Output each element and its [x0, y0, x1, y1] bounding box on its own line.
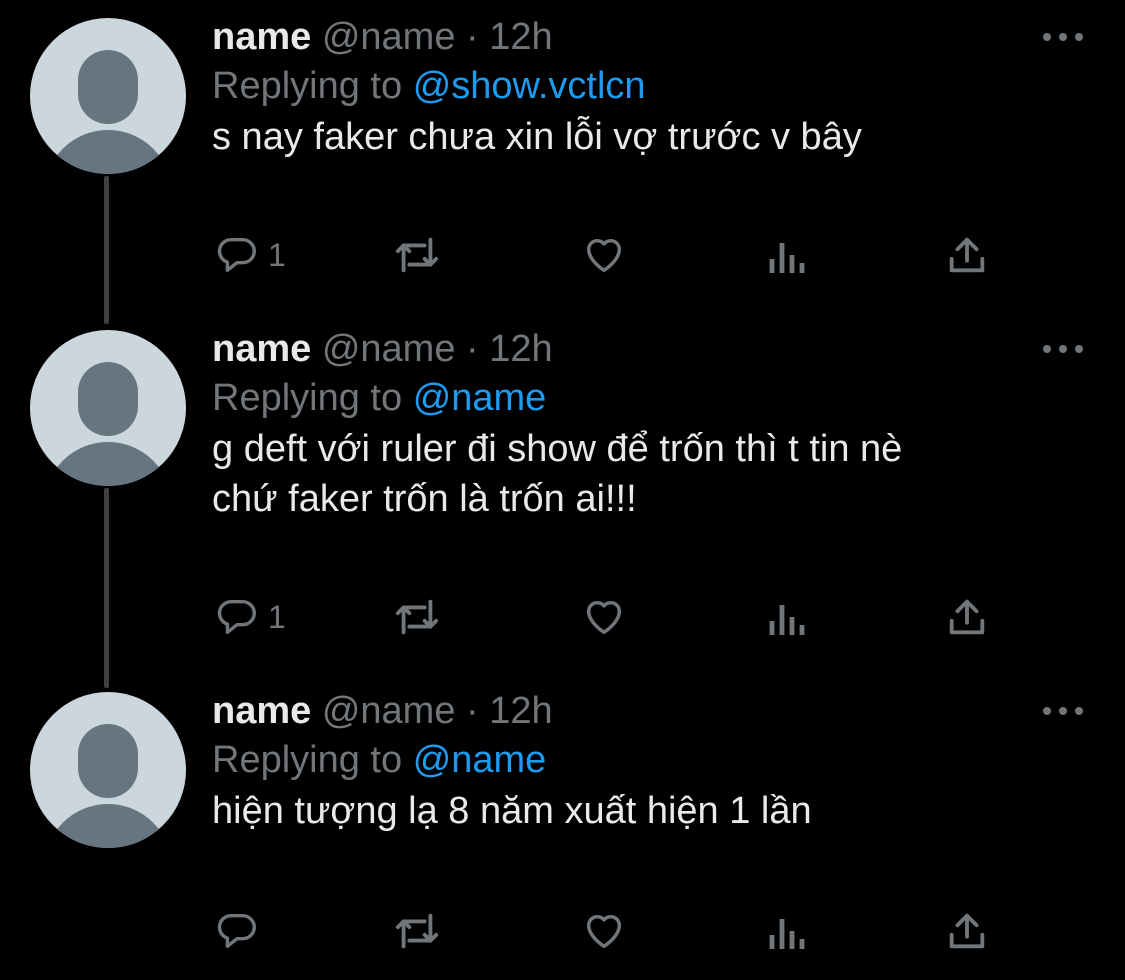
- tweet-text-line: chứ faker trốn là trốn ai!!!: [212, 478, 637, 520]
- retweet-icon: [395, 237, 439, 273]
- tweet-text: g deft với ruler đi show để trốn thì t t…: [212, 424, 1092, 524]
- avatar-shoulders: [44, 130, 172, 174]
- like-button[interactable]: [580, 906, 628, 956]
- separator: ·: [466, 16, 479, 58]
- analytics-button[interactable]: [766, 230, 806, 280]
- share-icon: [949, 237, 985, 273]
- avatar-head: [78, 50, 138, 124]
- more-icon[interactable]: [1043, 334, 1083, 364]
- tweet-header: name @name · 12h: [212, 14, 1092, 60]
- analytics-button[interactable]: [766, 592, 806, 642]
- avatar-shoulders: [44, 442, 172, 486]
- tweet-content: name @name · 12h Replying to @show.vctlc…: [212, 16, 1092, 162]
- reply-count: 1: [268, 236, 286, 273]
- avatar-head: [78, 724, 138, 798]
- tweet-text-line: hiện tượng lạ 8 năm xuất hiện 1 lần: [212, 790, 812, 832]
- thread-connector-line: [104, 488, 109, 688]
- tweet-header: name @name · 12h: [212, 326, 1092, 372]
- like-icon: [586, 600, 622, 635]
- tweet-text: hiện tượng lạ 8 năm xuất hiện 1 lần: [212, 786, 1092, 836]
- avatar-head: [78, 362, 138, 436]
- replying-to: Replying to @name: [212, 734, 1092, 786]
- tweet-content: name @name · 12h Replying to @name g def…: [212, 328, 1092, 524]
- avatar-shoulders: [44, 804, 172, 848]
- like-button[interactable]: [580, 592, 628, 642]
- tweet-text-line: s nay faker chưa xin lỗi vợ trước v bây: [212, 116, 862, 158]
- tweet-text: s nay faker chưa xin lỗi vợ trước v bây: [212, 112, 1092, 162]
- reply-button[interactable]: 1: [214, 230, 286, 280]
- avatar[interactable]: [30, 330, 186, 486]
- reply-icon: [217, 913, 256, 949]
- user-handle[interactable]: @name: [322, 328, 456, 370]
- retweet-button[interactable]: [390, 906, 444, 956]
- tweet-text-line: g deft với ruler đi show để trốn thì t t…: [212, 428, 903, 470]
- replying-prefix: Replying to: [212, 739, 403, 781]
- tweet-content: name @name · 12h Replying to @name hiện …: [212, 690, 1092, 836]
- analytics-icon: [769, 919, 805, 949]
- like-button[interactable]: [580, 230, 628, 280]
- timestamp[interactable]: 12h: [489, 690, 552, 732]
- retweet-icon: [395, 599, 439, 635]
- analytics-icon: [769, 605, 805, 635]
- user-handle[interactable]: @name: [322, 690, 456, 732]
- avatar[interactable]: [30, 18, 186, 174]
- replying-to: Replying to @name: [212, 372, 1092, 424]
- tweet-actions: 1: [212, 230, 1002, 280]
- mention-link[interactable]: @name: [413, 377, 547, 419]
- tweet-thread: name @name · 12h Replying to @show.vctlc…: [0, 0, 1125, 980]
- user-handle[interactable]: @name: [322, 16, 456, 58]
- timestamp[interactable]: 12h: [489, 16, 552, 58]
- more-icon[interactable]: [1043, 22, 1083, 52]
- replying-to: Replying to @show.vctlcn: [212, 60, 1092, 112]
- reply-count: 1: [268, 598, 286, 635]
- display-name[interactable]: name: [212, 328, 311, 370]
- share-button[interactable]: [944, 592, 990, 642]
- display-name[interactable]: name: [212, 690, 311, 732]
- reply-icon: [217, 599, 256, 635]
- reply-button[interactable]: [214, 906, 260, 956]
- retweet-button[interactable]: [390, 592, 444, 642]
- share-icon: [949, 599, 985, 635]
- tweet-header: name @name · 12h: [212, 688, 1092, 734]
- timestamp[interactable]: 12h: [489, 328, 552, 370]
- tweet-actions: [212, 906, 1002, 956]
- like-icon: [586, 914, 622, 949]
- replying-prefix: Replying to: [212, 65, 403, 107]
- share-button[interactable]: [944, 906, 990, 956]
- separator: ·: [466, 690, 479, 732]
- retweet-button[interactable]: [390, 230, 444, 280]
- tweet-actions: 1: [212, 592, 1002, 642]
- mention-link[interactable]: @name: [413, 739, 547, 781]
- avatar[interactable]: [30, 692, 186, 848]
- more-icon[interactable]: [1043, 696, 1083, 726]
- replying-prefix: Replying to: [212, 377, 403, 419]
- mention-link[interactable]: @show.vctlcn: [413, 65, 646, 107]
- like-icon: [586, 238, 622, 273]
- share-icon: [949, 913, 985, 949]
- share-button[interactable]: [944, 230, 990, 280]
- reply-icon: [217, 237, 256, 273]
- separator: ·: [466, 328, 479, 370]
- retweet-icon: [395, 913, 439, 949]
- analytics-button[interactable]: [766, 906, 806, 956]
- thread-connector-line: [104, 176, 109, 324]
- analytics-icon: [769, 243, 805, 273]
- reply-button[interactable]: 1: [214, 592, 286, 642]
- display-name[interactable]: name: [212, 16, 311, 58]
